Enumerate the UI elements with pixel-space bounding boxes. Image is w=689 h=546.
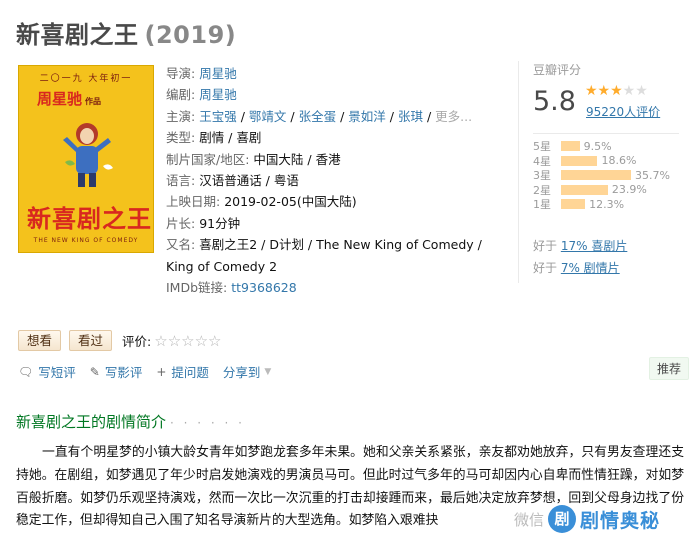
rating-bar xyxy=(561,170,631,181)
poster-subtitle: THE NEW KING OF COMEDY xyxy=(33,237,139,244)
cast-row: 主演: 王宝强 / 鄂靖文 / 张全蛋 / 景如洋 / 张琪 / 更多... xyxy=(166,108,473,124)
better-than-comedy: 好于 17% 喜剧片 xyxy=(533,239,628,253)
rating-bar-star-label: 1星 xyxy=(533,198,551,212)
write-short-review[interactable]: 🗨 写短评 xyxy=(18,362,76,381)
caret-down-icon: ▼ xyxy=(264,366,272,377)
rating-bar-percent: 35.7% xyxy=(635,168,670,182)
rating-bar-row: 3星 35.7% xyxy=(533,168,670,183)
cast-link[interactable]: 鄂靖文 xyxy=(249,109,287,124)
wechat-label: 微信 xyxy=(514,510,545,529)
cast-link[interactable]: 张全蛋 xyxy=(299,109,337,124)
rating-bar xyxy=(561,199,586,210)
poster-figure-illustration xyxy=(63,123,113,187)
aka-row: 又名: 喜剧之王2 / D计划 / The New King of Comedy… xyxy=(166,237,482,274)
writer-link[interactable]: 周星驰 xyxy=(199,87,237,102)
poster-date-line: 二〇一九 大年初一 xyxy=(39,74,133,84)
imdb-row: IMDb链接: tt9368628 xyxy=(166,280,297,296)
rating-bar xyxy=(561,184,608,195)
director-link[interactable]: 周星驰 xyxy=(199,66,237,81)
page-title: 新喜剧之王 (2019) xyxy=(16,15,236,50)
rating-bar-percent: 9.5% xyxy=(583,139,612,153)
movie-year: (2019) xyxy=(144,21,237,49)
rating-panel: 豆瓣评分 5.8 ★★★★★ 95220人评价 5星 9.5% 4星 18.6% 3星 3… xyxy=(518,61,679,283)
movie-title: 新喜剧之王 xyxy=(16,21,139,49)
rating-score: 5.8 xyxy=(533,86,576,117)
rating-distribution: 5星 9.5% 4星 18.6% 3星 35.7% 2星 23.9% 1星 12.3% xyxy=(533,139,670,212)
rate-stars-input[interactable]: ☆☆☆☆☆ xyxy=(154,332,221,350)
poster-big-title: 新喜剧之王 xyxy=(27,205,152,233)
cast-more-link[interactable]: 更多... xyxy=(435,109,472,124)
action-links: 🗨 写短评 ✎ 写影评 + 提问题 分享到 ▼ xyxy=(18,362,285,381)
rate-label: 评价: xyxy=(122,334,152,349)
movie-poster[interactable]: 二〇一九 大年初一 周星驰 作品 新喜剧之王 THE NEW KING OF CO… xyxy=(18,65,154,253)
rating-label: 豆瓣评分 xyxy=(533,63,582,77)
watermark: 微信 剧 剧情奥秘 xyxy=(510,503,665,535)
better-than-drama-link[interactable]: 7% 剧情片 xyxy=(561,261,620,275)
watermark-name: 剧情奥秘 xyxy=(580,509,661,532)
rating-bar-percent: 12.3% xyxy=(589,197,625,211)
write-review[interactable]: ✎ 写影评 xyxy=(90,362,143,381)
better-than-drama: 好于 7% 剧情片 xyxy=(533,261,620,275)
rating-bar-row: 2星 23.9% xyxy=(533,183,670,198)
movie-info: 导演: 周星驰 编剧: 周星驰 主演: 王宝强 / 鄂靖文 / 张全蛋 / 景如… xyxy=(166,63,506,298)
rating-bar-percent: 23.9% xyxy=(611,183,647,197)
watched-button[interactable]: 看过 xyxy=(69,330,113,351)
writer-row: 编剧: 周星驰 xyxy=(166,87,237,103)
cast-link[interactable]: 景如洋 xyxy=(348,109,386,124)
want-to-watch-button[interactable]: 想看 xyxy=(18,330,62,351)
pencil-icon: ✎ xyxy=(89,364,100,379)
rating-bar xyxy=(561,141,580,152)
runtime-row: 片长: 91分钟 xyxy=(166,215,241,231)
recommend-button[interactable]: 推荐 xyxy=(649,357,689,380)
rating-bar-row: 5星 9.5% xyxy=(533,139,670,154)
cast-link[interactable]: 张琪 xyxy=(398,109,423,124)
release-row: 上映日期: 2019-02-05(中国大陆) xyxy=(166,194,357,210)
interest-buttons: 想看 看过 评价: ☆☆☆☆☆ xyxy=(18,330,222,351)
rating-bar-row: 4星 18.6% xyxy=(533,154,670,169)
rating-divider xyxy=(533,133,679,134)
rating-bar-percent: 18.6% xyxy=(601,154,637,168)
genre-row: 类型: 剧情 / 喜剧 xyxy=(166,130,262,146)
poster-director-line: 周星驰 作品 xyxy=(37,90,102,108)
rating-stars-icon: ★★★★★ xyxy=(585,83,648,99)
director-row: 导演: 周星驰 xyxy=(166,66,237,81)
country-row: 制片国家/地区: 中国大陆 / 香港 xyxy=(166,151,341,167)
comment-icon: 🗨 xyxy=(18,364,34,379)
imdb-link[interactable]: tt9368628 xyxy=(231,280,296,295)
watermark-logo-icon: 剧 xyxy=(548,505,577,533)
plus-icon: + xyxy=(156,364,167,379)
rating-bar-row: 1星 12.3% xyxy=(533,197,670,212)
language-row: 语言: 汉语普通话 / 粤语 xyxy=(166,173,299,189)
ask-question[interactable]: + 提问题 xyxy=(156,362,209,381)
synopsis-heading: 新喜剧之王的剧情简介 · · · · · · xyxy=(16,413,245,431)
cast-link[interactable]: 王宝强 xyxy=(199,109,237,124)
rating-bar xyxy=(561,155,598,166)
rating-count-link[interactable]: 95220人评价 xyxy=(586,103,660,120)
share-dropdown[interactable]: 分享到 ▼ xyxy=(223,362,271,381)
better-than-comedy-link[interactable]: 17% 喜剧片 xyxy=(561,239,628,253)
